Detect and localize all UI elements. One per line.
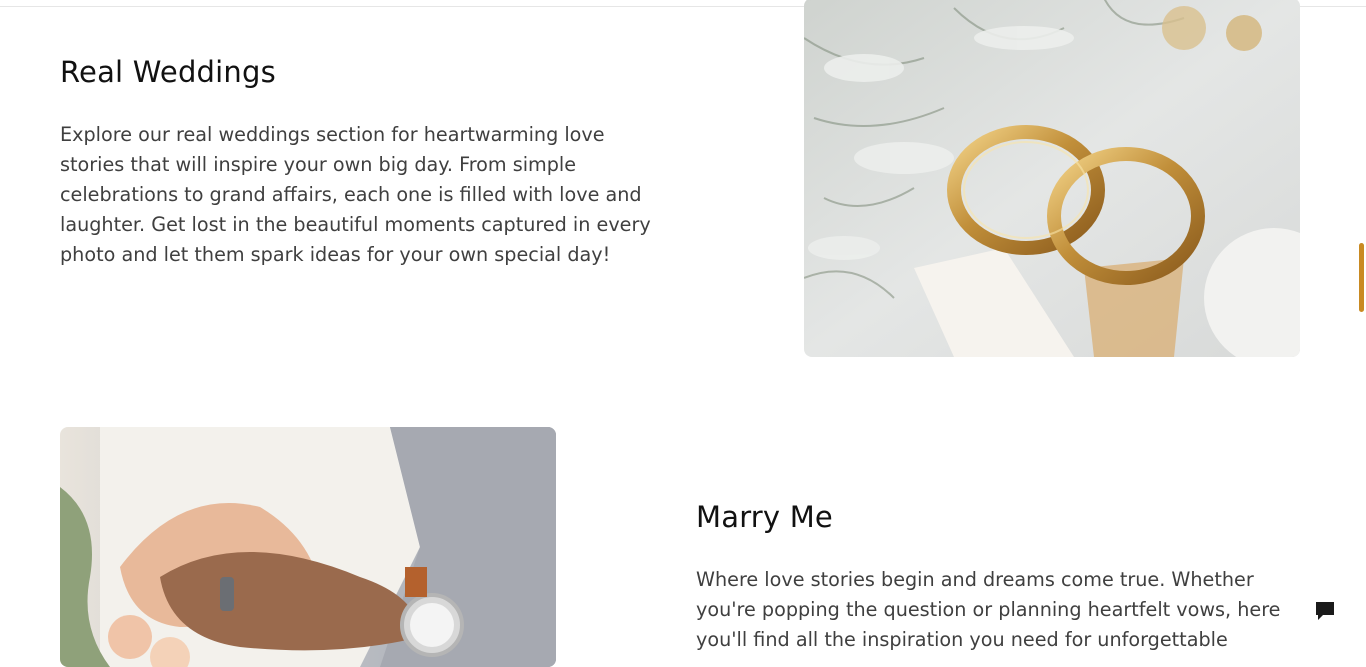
chat-button[interactable]	[1310, 598, 1340, 628]
marry-me-description: Where love stories begin and dreams come…	[696, 568, 1281, 651]
wedding-rings-image	[804, 0, 1300, 357]
chat-bubble-icon	[1314, 600, 1336, 626]
scroll-indicator[interactable]	[1359, 243, 1364, 312]
real-weddings-description: Explore our real weddings section for he…	[60, 123, 651, 266]
couple-hands-image	[60, 427, 556, 667]
real-weddings-title: Real Weddings	[60, 55, 276, 89]
marry-me-title: Marry Me	[696, 500, 833, 534]
